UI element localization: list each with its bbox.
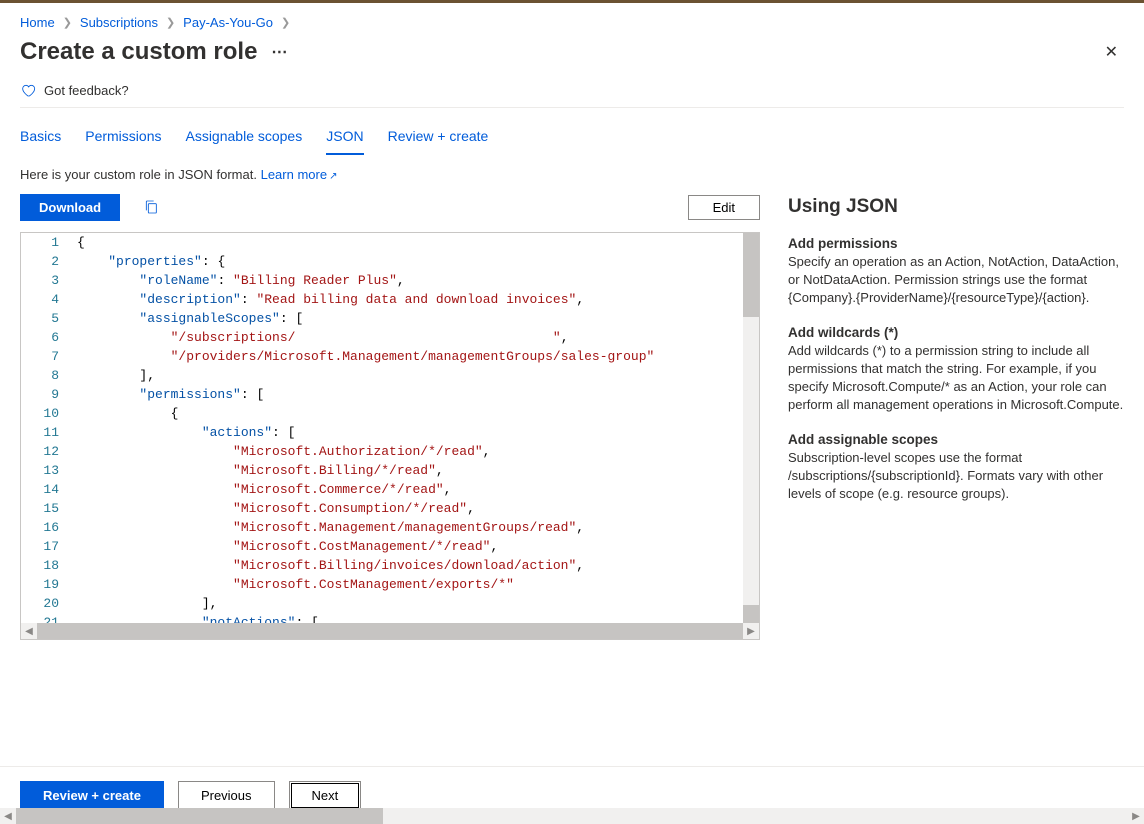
next-button[interactable]: Next — [289, 781, 362, 810]
review-create-button[interactable]: Review + create — [20, 781, 164, 810]
help-heading: Add wildcards (*) — [788, 325, 1124, 340]
help-panel: Using JSON Add permissions Specify an op… — [788, 192, 1124, 766]
scroll-left-icon[interactable]: ◀ — [21, 626, 37, 637]
info-text: Here is your custom role in JSON format.… — [20, 167, 1124, 182]
external-link-icon: ↗ — [329, 171, 337, 182]
download-button[interactable]: Download — [20, 194, 120, 221]
chevron-right-icon: ❯ — [63, 16, 72, 29]
more-icon[interactable]: ⋯ — [271, 42, 288, 62]
tab-assignable-scopes[interactable]: Assignable scopes — [185, 118, 302, 155]
scroll-right-icon[interactable]: ▶ — [1128, 811, 1144, 822]
help-heading: Add assignable scopes — [788, 432, 1124, 447]
learn-more-link[interactable]: Learn more↗ — [261, 167, 338, 182]
tab-basics[interactable]: Basics — [20, 118, 61, 155]
scrollbar-thumb[interactable] — [743, 605, 759, 623]
help-body: Add wildcards (*) to a permission string… — [788, 342, 1124, 414]
edit-button[interactable]: Edit — [688, 195, 760, 220]
help-heading: Add permissions — [788, 236, 1124, 251]
page-horizontal-scrollbar[interactable]: ◀ ▶ — [0, 808, 1144, 824]
breadcrumb-payg[interactable]: Pay-As-You-Go — [183, 15, 273, 30]
copy-icon — [143, 198, 159, 216]
scrollbar-thumb[interactable] — [743, 247, 759, 317]
feedback-label: Got feedback? — [44, 83, 129, 98]
json-editor[interactable]: 1234567891011121314151617181920212223 { … — [20, 232, 760, 640]
previous-button[interactable]: Previous — [178, 781, 275, 810]
help-body: Specify an operation as an Action, NotAc… — [788, 253, 1124, 307]
feedback-link[interactable]: Got feedback? — [20, 82, 1124, 108]
scroll-left-icon[interactable]: ◀ — [0, 811, 16, 822]
close-icon[interactable]: ✕ — [1099, 36, 1124, 68]
heart-icon — [20, 82, 36, 98]
tabs: Basics Permissions Assignable scopes JSO… — [20, 118, 1124, 155]
scroll-right-icon[interactable]: ▶ — [743, 626, 759, 637]
chevron-right-icon: ❯ — [281, 16, 290, 29]
tab-json[interactable]: JSON — [326, 118, 363, 155]
code-area[interactable]: { "properties": { "roleName": "Billing R… — [77, 233, 759, 623]
horizontal-scrollbar[interactable]: ◀ ▶ — [21, 623, 759, 639]
breadcrumb-subscriptions[interactable]: Subscriptions — [80, 15, 158, 30]
chevron-right-icon: ❯ — [166, 16, 175, 29]
breadcrumb: Home ❯ Subscriptions ❯ Pay-As-You-Go ❯ — [20, 9, 1124, 30]
help-title: Using JSON — [788, 192, 1124, 218]
page-title: Create a custom role ⋯ — [20, 38, 288, 66]
copy-button[interactable] — [136, 192, 166, 222]
breadcrumb-home[interactable]: Home — [20, 15, 55, 30]
vertical-scrollbar[interactable] — [743, 247, 759, 623]
line-gutter: 1234567891011121314151617181920212223 — [21, 233, 77, 623]
help-body: Subscription-level scopes use the format… — [788, 449, 1124, 503]
tab-permissions[interactable]: Permissions — [85, 118, 161, 155]
tab-review-create[interactable]: Review + create — [388, 118, 489, 155]
